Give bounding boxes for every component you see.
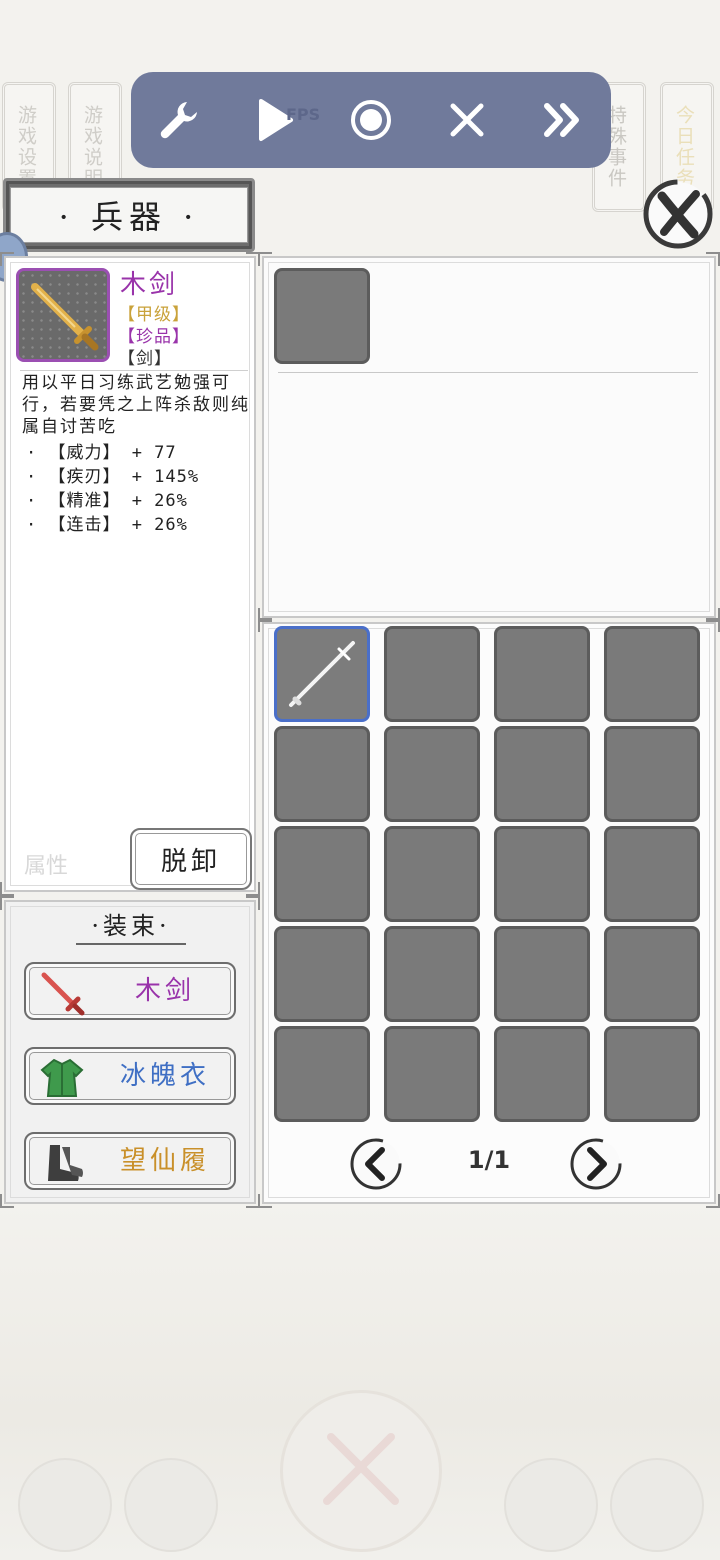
inventory-slot[interactable] — [384, 826, 480, 922]
crossed-swords-icon — [323, 1433, 399, 1505]
outfit-armor-button[interactable]: 冰魄衣 — [24, 1047, 236, 1105]
outfit-title: ·装束· — [76, 906, 186, 945]
weapon-title-plate: · 兵器 · — [3, 178, 255, 252]
outfit-weapon-button[interactable]: 木剑 — [24, 962, 236, 1020]
inventory-slot[interactable] — [604, 926, 700, 1022]
preview-divider — [278, 372, 698, 373]
inventory-slot[interactable] — [604, 726, 700, 822]
stat-power: · 【威力】 + 77 — [26, 443, 177, 463]
inventory-slot[interactable] — [274, 726, 370, 822]
red-sword-icon — [41, 972, 85, 1016]
bag-nav-icon[interactable] — [18, 1458, 112, 1552]
wrench-button[interactable] — [149, 90, 209, 150]
double-chevron-right-icon — [544, 103, 579, 137]
inventory-slot[interactable] — [494, 726, 590, 822]
close-toolbar-button[interactable] — [437, 90, 497, 150]
inventory-slot[interactable] — [274, 626, 370, 722]
outfit-armor-label: 冰魄衣 — [119, 1061, 210, 1091]
battle-nav-icon[interactable] — [280, 1390, 442, 1552]
next-page-button[interactable] — [568, 1136, 624, 1192]
item-icon-frame — [16, 268, 110, 362]
outfit-boots-button[interactable]: 望仙履 — [24, 1132, 236, 1190]
inventory-slot[interactable] — [494, 1026, 590, 1122]
item-description: 用以平日习练武艺勉强可行，若要凭之上阵杀敌则纯属自讨苦吃 — [22, 373, 250, 437]
scroll-nav-icon[interactable] — [610, 1458, 704, 1552]
close-button[interactable] — [640, 176, 716, 252]
fast-forward-button[interactable] — [533, 90, 593, 150]
inventory-slot[interactable] — [384, 1026, 480, 1122]
chevron-right-icon — [570, 1138, 622, 1190]
stat-accuracy: · 【精准】 + 26% — [26, 491, 188, 511]
inventory-slot[interactable] — [494, 826, 590, 922]
recorder-toolbar: FPS — [131, 72, 611, 168]
page-indicator: 1/1 — [467, 1146, 511, 1174]
inventory-slot[interactable] — [274, 1026, 370, 1122]
record-button[interactable] — [341, 90, 401, 150]
ghost-attribute-label: 属性 — [24, 854, 69, 879]
item-type-text: 【剑】 — [118, 349, 172, 369]
inventory-slot[interactable] — [604, 826, 700, 922]
wooden-sword-icon — [31, 283, 99, 351]
inventory-slot[interactable] — [274, 826, 370, 922]
stat-combo: · 【连击】 + 26% — [26, 515, 188, 535]
fps-label: FPS — [286, 105, 321, 124]
item-name: 木剑 — [120, 270, 179, 300]
green-robe-icon — [40, 1058, 84, 1097]
white-staff-icon — [289, 641, 355, 707]
inventory-slot[interactable] — [274, 926, 370, 1022]
coin-nav-icon[interactable] — [124, 1458, 218, 1552]
divider — [20, 370, 248, 371]
boots-icon — [48, 1145, 83, 1181]
inventory-slot[interactable] — [604, 626, 700, 722]
prev-page-button[interactable] — [348, 1136, 404, 1192]
preview-slot[interactable] — [274, 268, 370, 364]
inventory-slot[interactable] — [384, 926, 480, 1022]
character-nav-icon[interactable] — [504, 1458, 598, 1552]
inventory-slot[interactable] — [494, 926, 590, 1022]
unequip-button[interactable]: 脱卸 — [130, 828, 252, 890]
outfit-weapon-label: 木剑 — [134, 976, 195, 1006]
inventory-slot[interactable] — [384, 726, 480, 822]
outfit-boots-label: 望仙履 — [119, 1146, 210, 1176]
record-icon — [351, 100, 391, 140]
stat-swift-blade: · 【疾刃】 + 145% — [26, 467, 200, 487]
wrench-icon — [160, 102, 197, 139]
inventory-slot[interactable] — [604, 1026, 700, 1122]
chevron-left-icon — [350, 1138, 402, 1190]
item-type: 【剑】 — [118, 344, 172, 369]
close-icon — [450, 103, 484, 137]
page-title: · 兵器 · — [10, 187, 248, 243]
inventory-slot[interactable] — [384, 626, 480, 722]
brush-x-icon — [643, 179, 713, 249]
inventory-slot[interactable] — [494, 626, 590, 722]
